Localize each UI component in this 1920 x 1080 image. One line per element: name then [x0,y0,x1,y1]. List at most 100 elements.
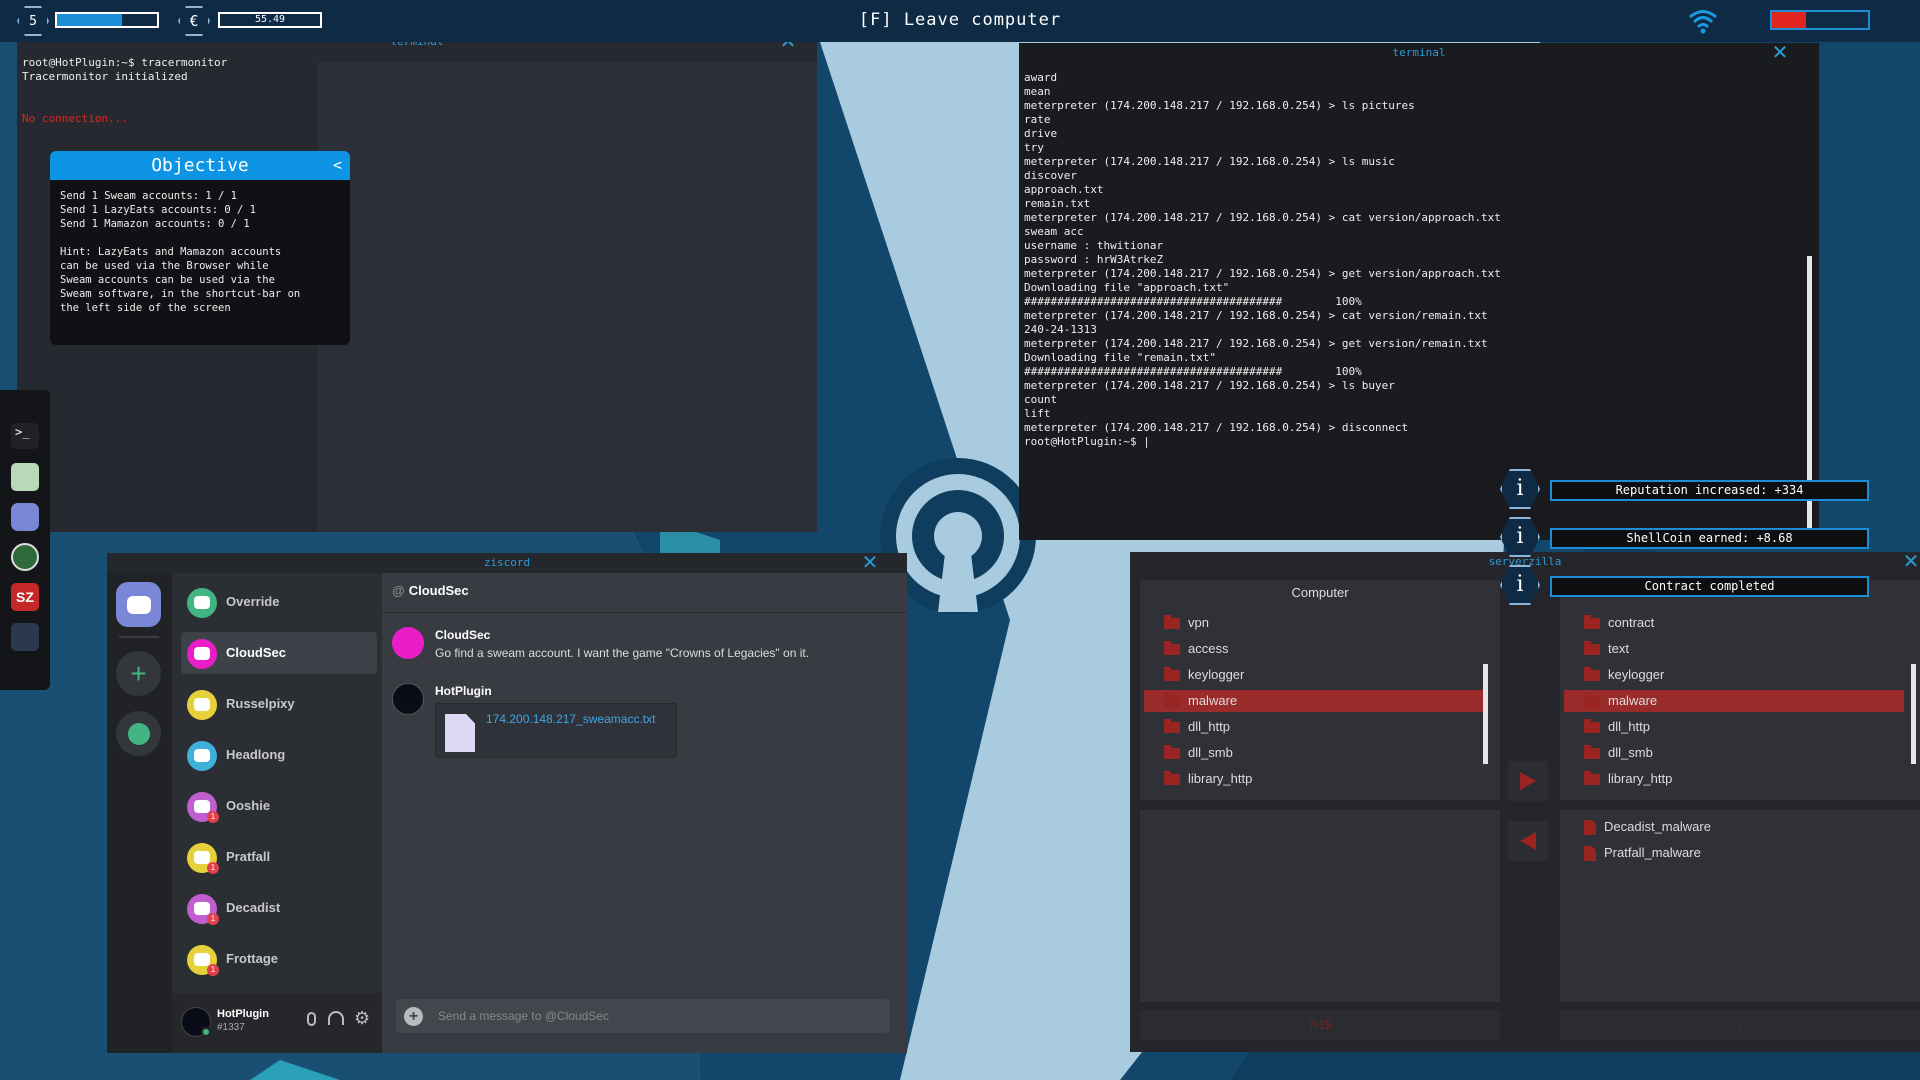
objective-line: Sweam accounts can be used via the [60,274,275,286]
message-row: CloudSec Go find a sweam account. I want… [392,627,892,667]
explore-compass-icon[interactable] [116,711,161,756]
file-name-link[interactable]: 174.200.148.217_sweamacc.txt [486,712,655,726]
terminal-window-2[interactable]: terminal ✕ award mean meterpreter (174.200… [1019,43,1819,540]
folder-row[interactable]: keylogger [1564,664,1904,686]
headphones-icon[interactable] [328,1011,344,1025]
dm-channel-russelpixy[interactable]: Russelpixy [181,683,377,725]
folder-row[interactable]: library_http [1144,768,1484,790]
unread-badge: 1 [207,913,219,925]
ziscord-window[interactable]: ziscord ✕ + Override CloudSec Russelpixy He… [107,553,907,1053]
folder-row[interactable]: text [1564,638,1904,660]
folder-name: library_http [1608,771,1673,786]
folder-row[interactable]: dll_smb [1564,742,1904,764]
folder-name: dll_smb [1608,745,1653,760]
folder-row[interactable]: dll_http [1564,716,1904,738]
folder-icon [1164,745,1180,759]
terminal-line: meterpreter (174.200.148.217 / 192.168.0… [1024,99,1415,112]
message-text: Go find a sweam account. I want the game… [435,646,810,660]
notification-text: Contract completed [1550,576,1869,597]
close-icon[interactable]: ✕ [1902,552,1920,572]
terminal-line: meterpreter (174.200.148.217 / 192.168.0… [1024,337,1488,350]
folder-name: malware [1608,693,1658,708]
dm-channel-pratfall[interactable]: Pratfall 1 [181,836,377,878]
terminal-line: username : thwitionar [1024,239,1164,252]
folder-row[interactable]: malware [1564,690,1904,712]
folder-row[interactable]: keylogger [1144,664,1484,686]
dm-channel-headlong[interactable]: Headlong [181,734,377,776]
serverzilla-window[interactable]: serverzilla ✕ Computer vpn access keylogge… [1130,552,1920,1052]
user-panel: HotPlugin #1337 ⚙ [172,993,382,1053]
file-row[interactable]: Decadist_malware [1564,816,1904,838]
dm-channel-ooshie[interactable]: Ooshie 1 [181,785,377,827]
online-status-icon [201,1027,211,1037]
folder-name: contract [1608,615,1655,630]
objective-line: can be used via the Browser while [60,260,269,272]
folder-icon [1164,667,1180,681]
file-attachment[interactable]: 174.200.148.217_sweamacc.txt [435,703,677,758]
objective-line: Send 1 Mamazon accounts: 0 / 1 [60,218,250,230]
folder-row[interactable]: library_http [1564,768,1904,790]
app-dock: >_ SZ [0,390,50,690]
folder-name: malware [1188,693,1238,708]
message-input[interactable]: + Send a message to @CloudSec [396,999,890,1033]
channel-name: CloudSec [226,645,286,660]
notification-text: ShellCoin earned: +8.68 [1550,528,1869,549]
terminal-line: ####################################### … [1024,365,1362,378]
serverzilla-app-icon[interactable]: SZ [11,583,39,611]
avatar [187,690,217,720]
terminal-line: password : hrW3AtrkeZ [1024,253,1164,266]
ziscord-app-icon[interactable] [11,503,39,531]
folder-row[interactable]: dll_smb [1144,742,1484,764]
folder-row[interactable]: vpn [1144,612,1484,634]
info-icon: i [1500,517,1540,557]
dm-channel-override[interactable]: Override [181,581,377,623]
terminal-line: meterpreter (174.200.148.217 / 192.168.0… [1024,211,1501,224]
direct-message-list: Override CloudSec Russelpixy Headlong Ooshie… [172,573,382,1053]
folder-row[interactable]: access [1144,638,1484,660]
ziscord-home-icon[interactable] [116,582,161,627]
browser-globe-icon[interactable] [11,543,39,571]
folder-row[interactable]: malware [1144,690,1484,712]
dm-channel-decadist[interactable]: Decadist 1 [181,887,377,929]
microphone-icon[interactable] [307,1012,316,1026]
computer-scrollbar[interactable] [1483,664,1488,764]
attach-plus-icon[interactable]: + [404,1007,423,1026]
dm-channel-frottage[interactable]: Frottage 1 [181,938,377,980]
close-icon[interactable]: ✕ [861,553,879,573]
settings-gear-icon[interactable]: ⚙ [354,1008,370,1029]
terminal-line: ####################################### … [1024,295,1362,308]
channel-name: Russelpixy [226,696,295,711]
avatar [187,741,217,771]
objective-line: Send 1 LazyEats accounts: 0 / 1 [60,204,256,216]
folder-name: access [1188,641,1229,656]
terminal-line: Downloading file "remain.txt" [1024,351,1217,364]
terminal-line: rate [1024,113,1051,126]
folder-row[interactable]: contract [1564,612,1904,634]
add-server-icon[interactable]: + [116,651,161,696]
unread-badge: 1 [207,811,219,823]
objective-collapse-button[interactable]: < [333,151,342,180]
unread-badge: 1 [207,964,219,976]
terminal-line: root@HotPlugin:~$ tracermonitor [22,56,228,69]
file-row[interactable]: Pratfall_malware [1564,842,1904,864]
terminal-app-icon[interactable]: >_ [11,423,39,449]
dm-channel-cloudsec[interactable]: CloudSec [181,632,377,674]
server-scrollbar[interactable] [1911,664,1916,764]
folder-row[interactable]: dll_http [1144,716,1484,738]
notes-app-icon[interactable] [11,463,39,491]
avatar [392,627,424,659]
terminal-line: meterpreter (174.200.148.217 / 192.168.0… [1024,421,1409,434]
folder-icon [1584,693,1600,707]
at-icon: @ [392,583,405,598]
sweam-app-icon[interactable] [11,623,39,651]
upload-arrow-button[interactable] [1508,761,1548,801]
wifi-icon [1689,10,1717,34]
folder-icon [1164,771,1180,785]
download-arrow-button[interactable] [1508,821,1548,861]
terminal-line: meterpreter (174.200.148.217 / 192.168.0… [1024,267,1501,280]
terminal-line: count [1024,393,1058,406]
channel-name: Headlong [226,747,286,762]
close-icon[interactable]: ✕ [1771,43,1789,63]
message-row: HotPlugin 174.200.148.217_sweamacc.txt [392,683,892,763]
